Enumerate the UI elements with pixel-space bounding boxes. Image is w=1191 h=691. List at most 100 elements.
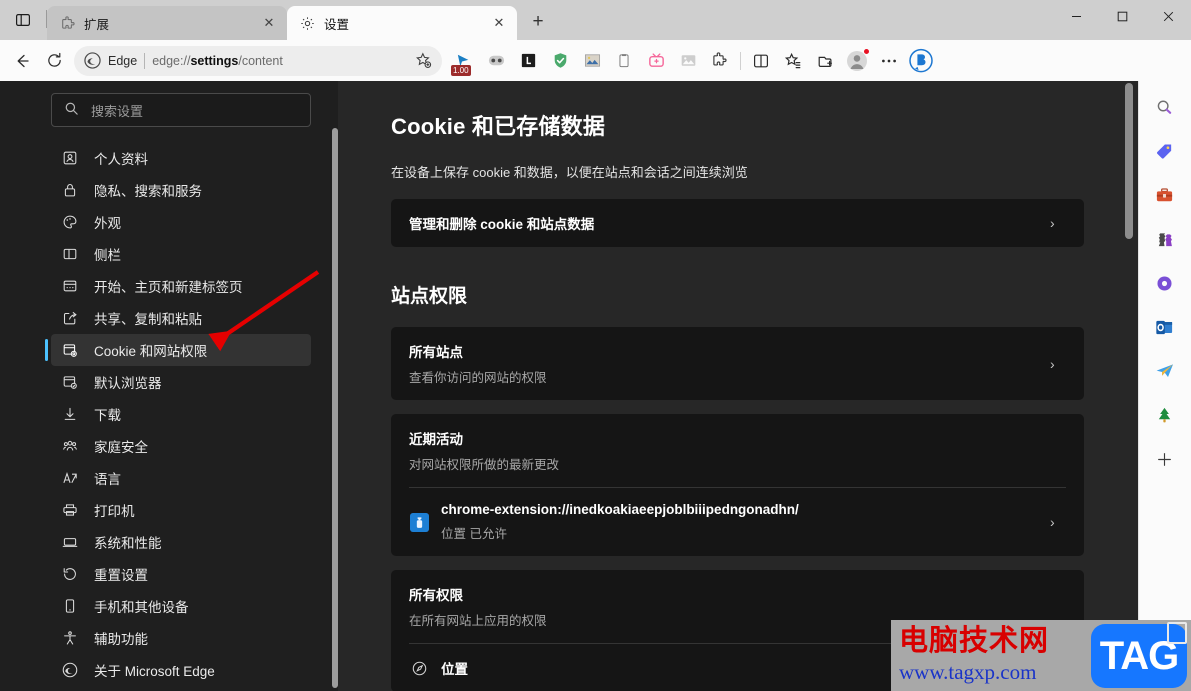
all-sites-card: 所有站点 查看你访问的网站的权限 › [391, 327, 1084, 400]
watermark-book-icon [1167, 622, 1187, 644]
favorites-icon[interactable] [777, 45, 809, 77]
palette-icon [61, 214, 78, 231]
share-icon [61, 310, 78, 327]
close-button[interactable] [1145, 0, 1191, 32]
settings-more-icon[interactable] [873, 45, 905, 77]
row-subtitle: 对网站权限所做的最新更改 [409, 458, 560, 472]
puzzle-extensions-icon[interactable] [704, 45, 736, 77]
sidebar-item-label: 下载 [94, 408, 121, 423]
sidebar-item-share[interactable]: 共享、复制和粘贴 [51, 302, 311, 334]
all-sites-row[interactable]: 所有站点 查看你访问的网站的权限 › [391, 327, 1084, 400]
tampermonkey-icon[interactable]: 1.00 [448, 45, 480, 77]
split-screen-extension-icon[interactable] [480, 45, 512, 77]
tab-search-icon[interactable] [0, 0, 46, 40]
system-icon [61, 534, 78, 551]
row-title: 所有权限 [409, 588, 463, 603]
sidebar-item-about-edge[interactable]: 关于 Microsoft Edge [51, 654, 311, 686]
add-favorite-icon[interactable] [410, 48, 436, 74]
sidebar-tree-icon[interactable] [1148, 398, 1182, 432]
sidebar-item-privacy[interactable]: 隐私、搜索和服务 [51, 174, 311, 206]
tab-extensions[interactable]: 扩展 ✕ [47, 6, 287, 40]
sidebar-item-label: 开始、主页和新建标签页 [94, 280, 243, 295]
sidebar-item-downloads[interactable]: 下载 [51, 398, 311, 430]
extension-site-icon [409, 512, 429, 532]
sidebar-outlook-icon[interactable] [1148, 310, 1182, 344]
sidebar-item-label: 隐私、搜索和服务 [94, 184, 202, 199]
picture-icon[interactable] [672, 45, 704, 77]
maximize-button[interactable] [1099, 0, 1145, 32]
recent-activity-entry[interactable]: chrome-extension://inedkoakiaeepjoblbiii… [391, 488, 1084, 556]
recent-activity-card: 近期活动 对网站权限所做的最新更改 chrome-extension://ine… [391, 414, 1084, 556]
sidebar-item-printers[interactable]: 打印机 [51, 494, 311, 526]
clipboard-icon[interactable] [608, 45, 640, 77]
new-tab-button[interactable]: + [521, 5, 555, 39]
sidebar-item-cookies-permissions[interactable]: Cookie 和网站权限 [45, 334, 311, 366]
collections-icon[interactable] [809, 45, 841, 77]
copilot-icon[interactable] [905, 45, 937, 77]
sidebar-divider [1138, 81, 1139, 691]
download-icon [61, 406, 78, 423]
sidebar-item-startpage[interactable]: 开始、主页和新建标签页 [51, 270, 311, 302]
sidebar-item-label: 关于 Microsoft Edge [94, 664, 215, 679]
sidebar-item-sidebar[interactable]: 侧栏 [51, 238, 311, 270]
adguard-shield-icon[interactable] [544, 45, 576, 77]
sidebar-item-accessibility[interactable]: 辅助功能 [51, 622, 311, 654]
sidebar-item-default-browser[interactable]: 默认浏览器 [51, 366, 311, 398]
sidebar-telegram-icon[interactable] [1148, 354, 1182, 388]
chevron-right-icon: › [1050, 215, 1055, 231]
sidebar-item-label: 手机和其他设备 [94, 600, 189, 615]
puzzle-icon [59, 15, 76, 32]
gear-icon [299, 15, 316, 32]
family-icon [61, 438, 78, 455]
language-icon [61, 470, 78, 487]
refresh-icon[interactable] [38, 45, 70, 77]
profile-notification-dot [863, 47, 870, 55]
back-icon[interactable] [6, 45, 38, 77]
extension-badge: 1.00 [451, 64, 471, 76]
sidebar-item-reset[interactable]: 重置设置 [51, 558, 311, 590]
sidebar-item-profile[interactable]: 个人资料 [51, 142, 311, 174]
sidebar-item-label: 外观 [94, 216, 121, 231]
sidebar-item-label: 打印机 [94, 504, 135, 519]
address-bar[interactable]: Edge edge://settings/content [74, 45, 442, 76]
browser-toolbar: Edge edge://settings/content 1.00 [0, 40, 1191, 81]
tab-title: 扩展 [84, 17, 110, 32]
settings-content: Cookie 和已存储数据 在设备上保存 cookie 和数据，以便在站点和会话… [338, 81, 1138, 691]
split-screen-icon[interactable] [745, 45, 777, 77]
sidebar-item-label: 默认浏览器 [94, 376, 162, 391]
sidebar-shopping-icon[interactable] [1148, 134, 1182, 168]
image-downloader-icon[interactable] [576, 45, 608, 77]
title-bar: 扩展 ✕ 设置 ✕ + [0, 0, 1191, 40]
search-input[interactable]: 搜索设置 [51, 93, 311, 127]
edge-browser-window: 扩展 ✕ 设置 ✕ + Edge edge://settings/content… [0, 0, 1191, 691]
window-controls [1053, 0, 1191, 32]
tab-close-button[interactable]: ✕ [259, 13, 279, 33]
sidebar-games-icon[interactable] [1148, 222, 1182, 256]
tab-close-button[interactable]: ✕ [489, 13, 509, 33]
tv-pink-icon[interactable] [640, 45, 672, 77]
sidebar-add-icon[interactable] [1148, 442, 1182, 476]
reset-icon [61, 566, 78, 583]
minimize-button[interactable] [1053, 0, 1099, 32]
tab-settings[interactable]: 设置 ✕ [287, 6, 517, 40]
sidebar-office-icon[interactable] [1148, 266, 1182, 300]
manage-cookies-row[interactable]: 管理和删除 cookie 和站点数据 › [391, 199, 1084, 247]
sidebar-item-family-safety[interactable]: 家庭安全 [51, 430, 311, 462]
omnibox-url[interactable]: edge://settings/content [152, 54, 403, 68]
sidebar-item-languages[interactable]: 语言 [51, 462, 311, 494]
watermark-title: 电脑技术网 [899, 623, 1050, 657]
lastpass-icon[interactable] [512, 45, 544, 77]
phone-icon [61, 598, 78, 615]
recent-activity-header: 近期活动 对网站权限所做的最新更改 [391, 414, 1084, 487]
page-title: Cookie 和已存储数据 [391, 114, 606, 139]
profile-icon[interactable] [841, 45, 873, 77]
sidebar-tools-icon[interactable] [1148, 178, 1182, 212]
chevron-right-icon: › [1050, 355, 1055, 372]
sidebar-item-phone-devices[interactable]: 手机和其他设备 [51, 590, 311, 622]
sidebar-item-system[interactable]: 系统和性能 [51, 526, 311, 558]
content-scrollbar[interactable] [1125, 83, 1133, 239]
sidebar-search-icon[interactable] [1148, 90, 1182, 124]
sidebar-item-label: 语言 [94, 472, 121, 487]
printer-icon [61, 502, 78, 519]
sidebar-item-appearance[interactable]: 外观 [51, 206, 311, 238]
